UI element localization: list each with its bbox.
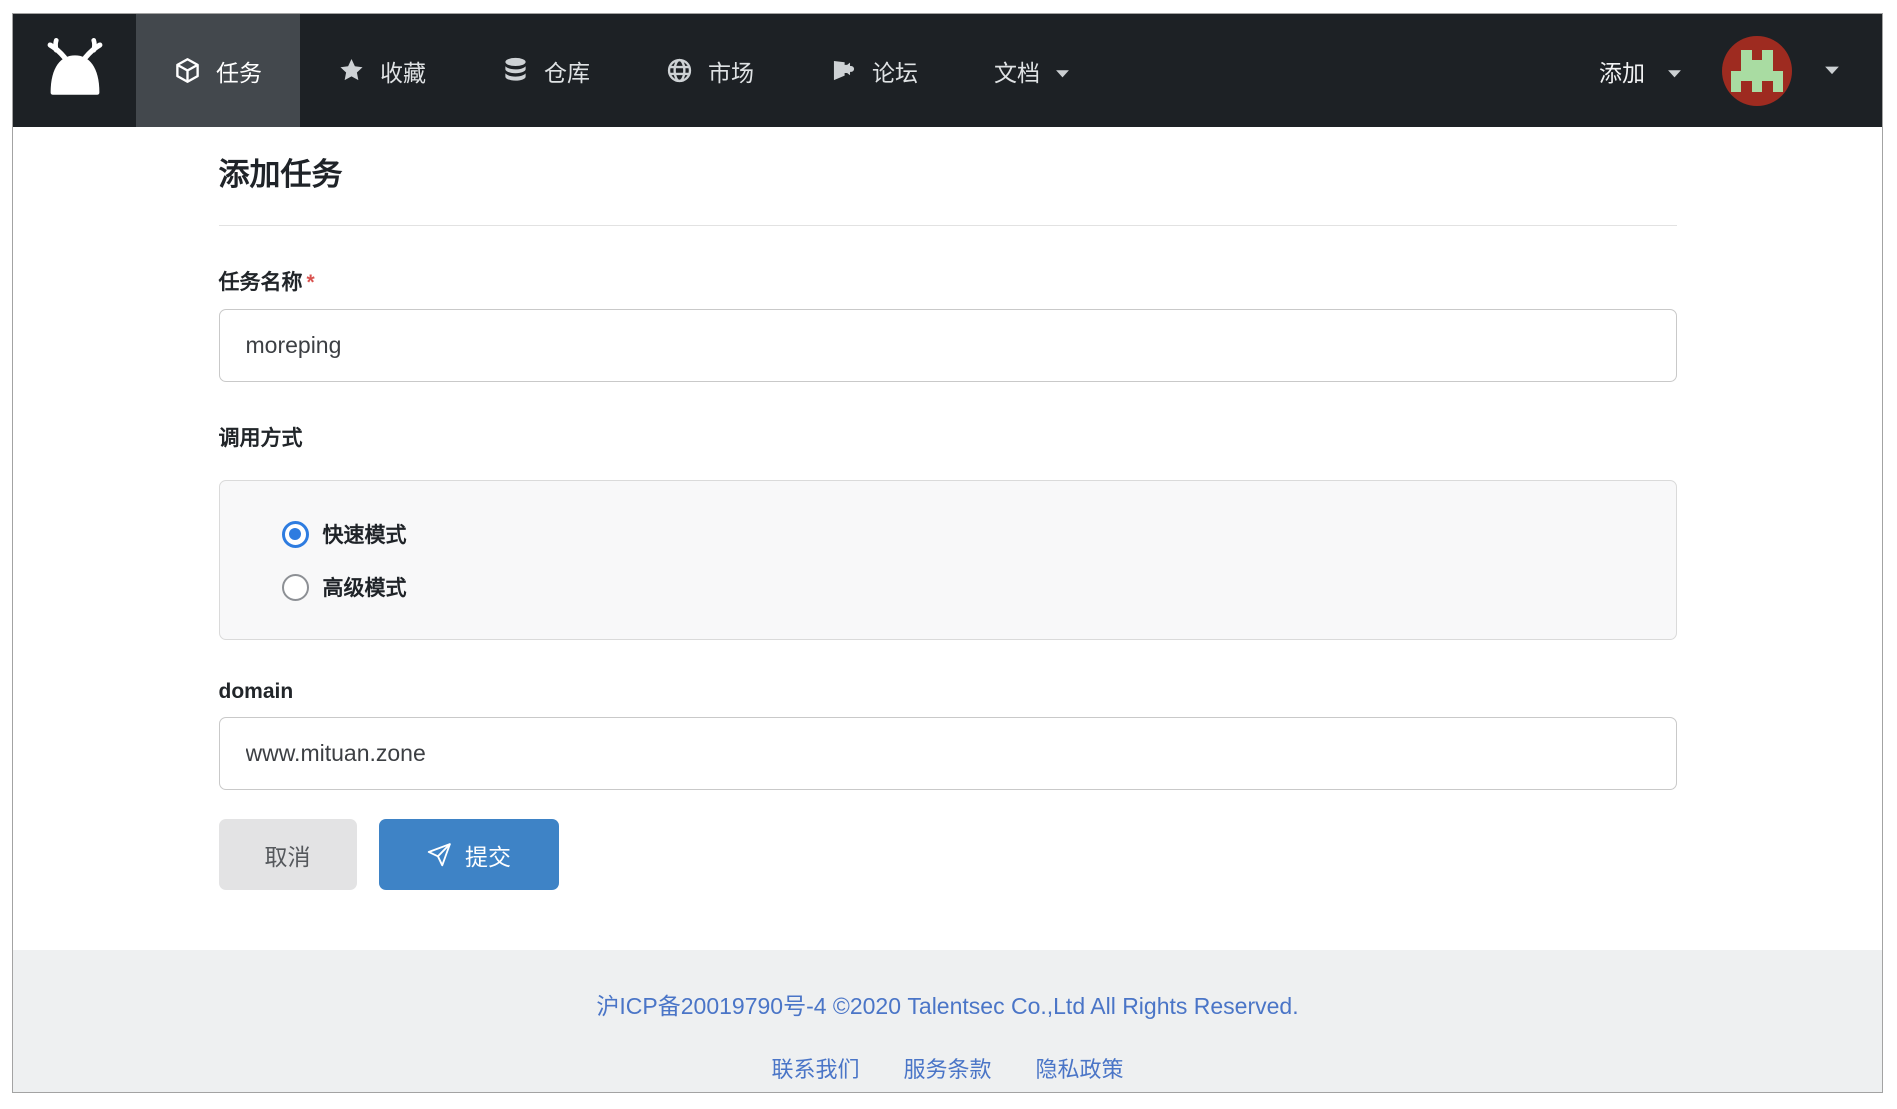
nav-item-label: 论坛 [872,54,918,88]
nav-item-favorites[interactable]: 收藏 [300,14,464,127]
nav-item-forum[interactable]: 论坛 [792,14,956,127]
chevron-down-icon [1667,57,1682,84]
form-actions: 取消 提交 [219,819,1677,890]
top-navbar: 任务 收藏 仓库 [13,14,1882,127]
required-asterisk: * [307,271,315,294]
footer-link-privacy[interactable]: 隐私政策 [1036,1052,1124,1084]
star-icon [338,57,365,84]
cube-icon [174,57,201,84]
page-footer: 沪ICP备20019790号-4 ©2020 Talentsec Co.,Ltd… [13,950,1882,1092]
nav-item-label: 任务 [216,54,262,88]
cancel-button[interactable]: 取消 [219,819,357,890]
copyright-text: 沪ICP备20019790号-4 ©2020 Talentsec Co.,Ltd… [13,987,1882,1021]
user-menu-caret-icon[interactable] [1824,62,1840,80]
nav-menu: 任务 收藏 仓库 [136,14,1108,127]
add-menu-label: 添加 [1599,54,1645,88]
title-divider [219,225,1677,226]
globe-icon [666,57,693,84]
main-content: 添加任务 任务名称* 调用方式 快速模式 高级模式 domain 取 [13,127,1882,950]
avatar[interactable] [1722,36,1792,106]
mascot-logo-icon [41,38,109,103]
avatar-identicon [1731,50,1784,92]
radio-option-quick-mode[interactable]: 快速模式 [282,512,1676,556]
page-title: 添加任务 [219,153,1677,197]
footer-link-terms[interactable]: 服务条款 [903,1052,991,1084]
radio-option-advanced-mode[interactable]: 高级模式 [282,565,1676,609]
app-window: 任务 收藏 仓库 [12,13,1883,1093]
mode-label: 调用方式 [219,422,1677,452]
radio-option-label: 高级模式 [323,572,407,602]
megaphone-icon [830,57,857,84]
navbar-right: 添加 [1599,14,1882,127]
nav-item-label: 市场 [708,54,754,88]
brand-logo[interactable] [13,14,136,127]
nav-item-market[interactable]: 市场 [628,14,792,127]
task-name-input[interactable] [219,309,1677,382]
radio-unselected-icon[interactable] [282,574,309,601]
nav-item-tasks[interactable]: 任务 [136,14,300,127]
nav-item-docs[interactable]: 文档 [956,14,1108,127]
footer-links: 联系我们 服务条款 隐私政策 [13,1052,1882,1084]
paper-plane-icon [426,842,452,868]
database-icon [502,57,529,84]
domain-label: domain [219,680,1677,704]
submit-button[interactable]: 提交 [379,819,559,890]
radio-selected-icon[interactable] [282,521,309,548]
footer-link-contact[interactable]: 联系我们 [771,1052,859,1084]
task-name-label: 任务名称* [219,266,1677,296]
nav-item-repository[interactable]: 仓库 [464,14,628,127]
nav-item-label: 文档 [994,54,1040,88]
nav-item-label: 仓库 [544,54,590,88]
nav-item-label: 收藏 [380,54,426,88]
domain-input[interactable] [219,717,1677,790]
radio-option-label: 快速模式 [323,519,407,549]
add-menu[interactable]: 添加 [1599,54,1682,88]
chevron-down-icon [1055,57,1070,84]
submit-button-label: 提交 [465,838,511,872]
mode-panel: 快速模式 高级模式 [219,480,1677,640]
